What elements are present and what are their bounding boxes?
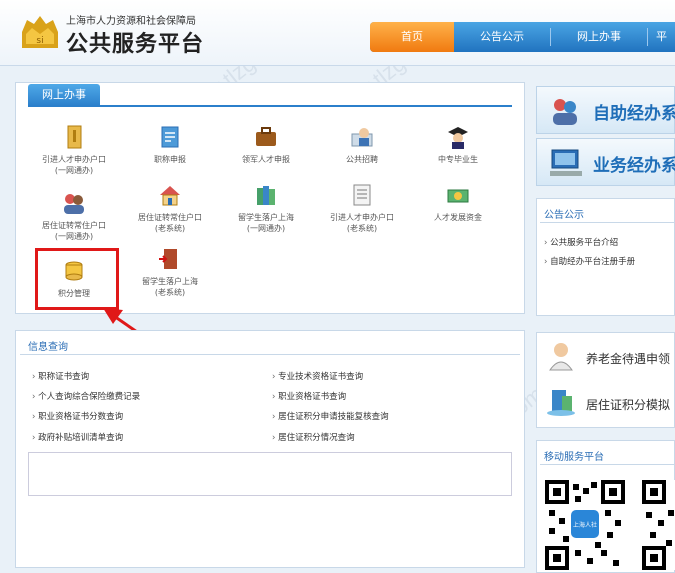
nav-notice[interactable]: 公告公示 bbox=[454, 22, 550, 52]
service-sublabel: (老系统) bbox=[154, 224, 186, 233]
service-label: 职称申报 bbox=[154, 155, 186, 164]
doctor-icon bbox=[549, 343, 573, 371]
service-label: 公共招聘 bbox=[346, 155, 378, 164]
users-icon bbox=[553, 99, 577, 125]
service-residence-to-hukou-old[interactable]: 居住证转常住户口 (老系统) bbox=[122, 182, 218, 234]
info-query-panel bbox=[15, 330, 525, 568]
main-nav: 首页 公告公示 网上办事 平 bbox=[370, 22, 675, 52]
svg-text:si: si bbox=[36, 36, 43, 46]
pension-link[interactable]: 养老金待遇申领 bbox=[586, 350, 670, 367]
service-label: 中专毕业生 bbox=[438, 155, 478, 164]
notice-title: 公告公示 bbox=[544, 210, 584, 221]
service-label: 留学生落户上海 bbox=[238, 213, 294, 222]
service-label: 人才发展资金 bbox=[434, 213, 482, 222]
mobile-platform-title: 移动服务平台 bbox=[544, 452, 604, 463]
divider bbox=[540, 464, 675, 465]
self-service-label: 自助经办系 bbox=[593, 104, 675, 124]
site-header: si 上海市人力资源和社会保障局 公共服务平台 首页 公告公示 网上办事 平 bbox=[0, 0, 675, 66]
info-query-title: 信息查询 bbox=[28, 342, 68, 353]
service-label: 留学生落户上海 bbox=[142, 277, 198, 286]
certificate-icon bbox=[161, 126, 179, 148]
service-label: 居住证转常住户口 bbox=[138, 213, 202, 222]
divider bbox=[20, 354, 520, 355]
site-logo-icon[interactable]: si bbox=[18, 10, 62, 54]
self-service-button[interactable]: 自助经办系 bbox=[536, 86, 675, 134]
online-services-tab[interactable]: 网上办事 bbox=[28, 84, 100, 106]
books-icon bbox=[257, 186, 275, 205]
service-sublabel: (一网通办) bbox=[54, 166, 94, 175]
door-icon bbox=[159, 249, 177, 269]
service-sublabel: (老系统) bbox=[154, 288, 186, 297]
service-overseas-student-old[interactable]: 留学生落户上海 (老系统) bbox=[122, 246, 218, 298]
notice-link[interactable]: 自助经办平台注册手册 bbox=[544, 255, 635, 267]
query-link[interactable]: 职称证书查询 bbox=[32, 370, 89, 382]
service-vocational-graduate[interactable]: 中专毕业生 bbox=[410, 124, 506, 165]
service-sublabel: (一网通办) bbox=[246, 224, 286, 233]
recruitment-icon bbox=[351, 128, 373, 147]
computer-icon bbox=[550, 149, 582, 176]
site-title: 公共服务平台 bbox=[66, 32, 205, 57]
query-link[interactable]: 居住证积分情况查询 bbox=[272, 431, 355, 443]
qr-logo-text: 上海人社 bbox=[573, 521, 597, 529]
query-link[interactable]: 个人查询综合保险缴费记录 bbox=[32, 390, 140, 402]
tab-underline bbox=[28, 105, 512, 107]
query-link[interactable]: 职业资格证书查询 bbox=[272, 390, 346, 402]
nav-online[interactable]: 网上办事 bbox=[551, 22, 647, 52]
service-label: 引进人才申办户口 bbox=[330, 213, 394, 222]
info-content-box bbox=[28, 452, 512, 496]
points-simulation-link[interactable]: 居住证积分模拟 bbox=[586, 396, 670, 413]
service-talent-hukou[interactable]: 引进人才申办户口 (一网通办) bbox=[26, 124, 122, 176]
divider bbox=[540, 222, 675, 223]
service-talent-hukou-old[interactable]: 引进人才申办户口 (老系统) bbox=[314, 182, 410, 234]
document-icon bbox=[67, 125, 82, 149]
qr-code-icon[interactable]: 上海人社 bbox=[545, 480, 625, 570]
service-residence-to-hukou[interactable]: 居住证转常住户口 (一网通办) bbox=[26, 190, 122, 242]
org-name: 上海市人力资源和社会保障局 bbox=[66, 16, 196, 27]
qr-code-icon[interactable] bbox=[640, 480, 675, 570]
service-public-recruitment[interactable]: 公共招聘 bbox=[314, 124, 410, 165]
query-link[interactable]: 专业技术资格证书查询 bbox=[272, 370, 363, 382]
query-link[interactable]: 政府补贴培训清单查询 bbox=[32, 431, 123, 443]
house-icon bbox=[160, 186, 180, 206]
service-label: 领军人才申报 bbox=[242, 155, 290, 164]
service-talent-fund[interactable]: 人才发展资金 bbox=[410, 182, 506, 223]
agent-service-label: 业务经办系 bbox=[593, 156, 675, 176]
service-overseas-student[interactable]: 留学生落户上海 (一网通办) bbox=[218, 182, 314, 234]
notice-link[interactable]: 公共服务平台介绍 bbox=[544, 236, 618, 248]
service-sublabel: (一网通办) bbox=[54, 232, 94, 241]
service-label: 居住证转常住户口 bbox=[42, 221, 106, 230]
query-link[interactable]: 居住证积分申请技能复核查询 bbox=[272, 410, 389, 422]
nav-home[interactable]: 首页 bbox=[370, 22, 454, 52]
graduate-icon bbox=[448, 127, 468, 149]
people-icon bbox=[64, 194, 84, 214]
briefcase-icon bbox=[256, 127, 276, 146]
service-title-application[interactable]: 职称申报 bbox=[122, 124, 218, 165]
form-icon bbox=[353, 184, 371, 206]
money-icon bbox=[447, 189, 469, 203]
query-link[interactable]: 职业资格证书分数查询 bbox=[32, 410, 123, 422]
agent-service-button[interactable]: 业务经办系 bbox=[536, 138, 675, 186]
service-leading-talent[interactable]: 领军人才申报 bbox=[218, 124, 314, 165]
service-sublabel: (老系统) bbox=[346, 224, 378, 233]
nav-platform[interactable]: 平 bbox=[648, 22, 675, 52]
building-icon bbox=[547, 390, 575, 416]
service-label: 引进人才申办户口 bbox=[42, 155, 106, 164]
